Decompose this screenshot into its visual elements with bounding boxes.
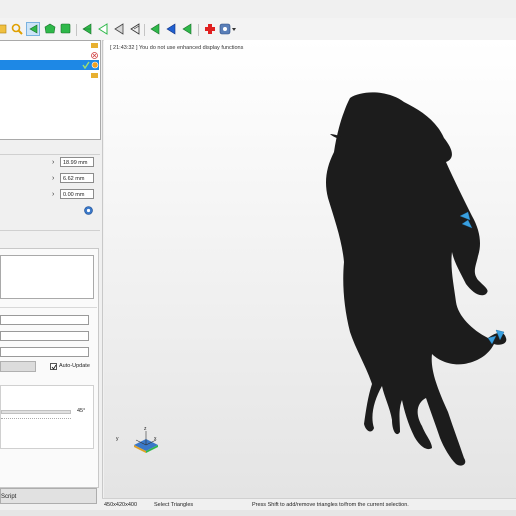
- help-icon[interactable]: [84, 206, 93, 217]
- triangle-gray-2-icon[interactable]: [128, 22, 142, 36]
- triangle-green-icon[interactable]: [80, 22, 94, 36]
- auto-update-label: Auto-Update: [59, 363, 90, 369]
- axis-label-x: x: [154, 436, 157, 442]
- divider: [0, 307, 97, 308]
- check-icon[interactable]: [82, 61, 90, 71]
- toolbar-separator: [144, 24, 145, 36]
- parameter-row-3: › 0.00 mm: [0, 189, 100, 202]
- toolbar: [0, 18, 516, 41]
- chevron-right-icon[interactable]: ›: [52, 159, 54, 166]
- properties-panel: Auto-Update 45°: [0, 248, 99, 488]
- text-field-1[interactable]: [0, 315, 89, 325]
- preview-box: [0, 255, 94, 299]
- script-button-label: Script: [1, 494, 17, 500]
- text-field-3[interactable]: [0, 347, 89, 357]
- 3d-viewport[interactable]: [ 21:43:32 ] You do not use enhanced dis…: [104, 40, 516, 498]
- parameter-row-2: › 6.62 mm: [0, 173, 100, 186]
- axis-label-y: y: [116, 436, 119, 442]
- folder-icon[interactable]: [0, 22, 10, 36]
- apply-button[interactable]: [0, 361, 36, 372]
- triangle-outline-icon[interactable]: [96, 22, 110, 36]
- auto-update-checkbox[interactable]: [50, 363, 57, 370]
- slider-ticks: [1, 418, 71, 421]
- select-triangle-icon[interactable]: [26, 22, 40, 36]
- triangle-blue-icon[interactable]: [164, 22, 178, 36]
- folder-open-icon[interactable]: [91, 42, 98, 50]
- parameter-value-3[interactable]: 0.00 mm: [60, 189, 94, 199]
- list-item-selected[interactable]: [0, 60, 99, 70]
- script-button[interactable]: Script: [0, 488, 97, 504]
- triangle-gray-icon[interactable]: [112, 22, 126, 36]
- divider: [0, 154, 100, 155]
- gear-icon[interactable]: [91, 61, 99, 71]
- axis-label-z: z: [144, 426, 147, 432]
- triangle-green-3-icon[interactable]: [180, 22, 194, 36]
- toolbar-separator: [76, 24, 77, 36]
- add-icon[interactable]: [203, 22, 217, 36]
- divider: [0, 230, 100, 231]
- status-mode: Select Triangles: [154, 502, 194, 508]
- status-hint: Press Shift to add/remove triangles to/f…: [252, 502, 409, 508]
- bison-model: [326, 92, 507, 466]
- parameter-value-2[interactable]: 6.62 mm: [60, 173, 94, 183]
- parameter-value-1[interactable]: 18.99 mm: [60, 157, 94, 167]
- object-list[interactable]: [0, 40, 101, 140]
- axis-gizmo: [134, 431, 158, 453]
- left-panel: › 18.99 mm › 6.62 mm › 0.00 mm Auto-Upda…: [0, 40, 103, 516]
- angle-box: 45°: [0, 385, 94, 449]
- bottom-strip: [0, 510, 516, 516]
- select-surface-icon[interactable]: [59, 22, 73, 36]
- select-polygon-icon[interactable]: [43, 22, 57, 36]
- settings-icon[interactable]: [219, 22, 236, 36]
- parameter-row-1: › 18.99 mm: [0, 157, 100, 170]
- angle-slider[interactable]: [1, 410, 71, 414]
- chevron-right-icon[interactable]: ›: [52, 191, 54, 198]
- text-field-2[interactable]: [0, 331, 89, 341]
- status-dimensions: 450x420x400: [104, 502, 138, 508]
- chevron-right-icon[interactable]: ›: [52, 175, 54, 182]
- angle-value: 45°: [77, 408, 86, 414]
- triangle-green-2-icon[interactable]: [148, 22, 162, 36]
- folder-icon[interactable]: [91, 72, 98, 80]
- toolbar-separator: [198, 24, 199, 36]
- model-canvas[interactable]: [104, 40, 516, 498]
- search-icon[interactable]: [10, 22, 24, 36]
